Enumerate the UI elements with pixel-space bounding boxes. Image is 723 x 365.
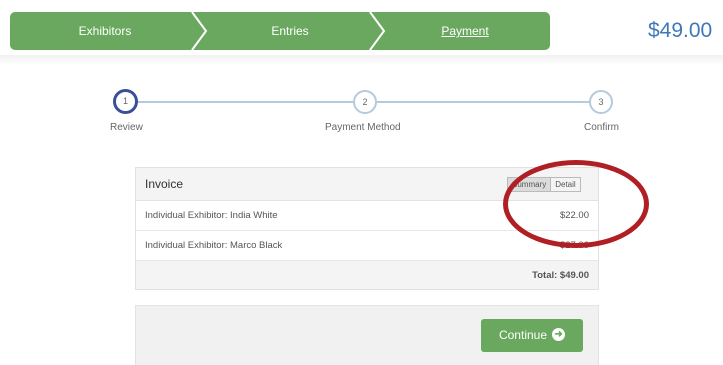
breadcrumb-payment[interactable]: Payment xyxy=(380,12,550,50)
step-label-confirm: Confirm xyxy=(584,122,620,133)
invoice-total: Total: $49.00 xyxy=(532,270,589,281)
continue-label: Continue xyxy=(498,328,548,342)
invoice-title: Invoice xyxy=(145,177,184,191)
step-label-payment-method: Payment Method xyxy=(325,122,401,133)
step-3-confirm: 3 xyxy=(589,90,613,114)
highlight-circle-annotation xyxy=(503,160,649,248)
breadcrumb-exhibitors[interactable]: Exhibitors xyxy=(10,12,200,50)
step-1-review: 1 xyxy=(113,89,138,114)
arrow-right-circle-icon: ➜ xyxy=(552,328,566,342)
breadcrumb-entries[interactable]: Entries xyxy=(200,12,380,50)
breadcrumb: Exhibitors Entries Payment xyxy=(10,12,550,50)
step-2-payment-method: 2 xyxy=(353,90,377,114)
divider xyxy=(0,55,723,65)
invoice-item-name: Individual Exhibitor: Marco Black xyxy=(145,240,283,251)
cart-total: $49.00 xyxy=(648,19,713,42)
continue-button[interactable]: Continue ➜ xyxy=(481,319,583,352)
invoice-total-row: Total: $49.00 xyxy=(136,261,598,289)
invoice-item-name: Individual Exhibitor: India White xyxy=(145,210,278,221)
step-label-review: Review xyxy=(110,122,143,133)
